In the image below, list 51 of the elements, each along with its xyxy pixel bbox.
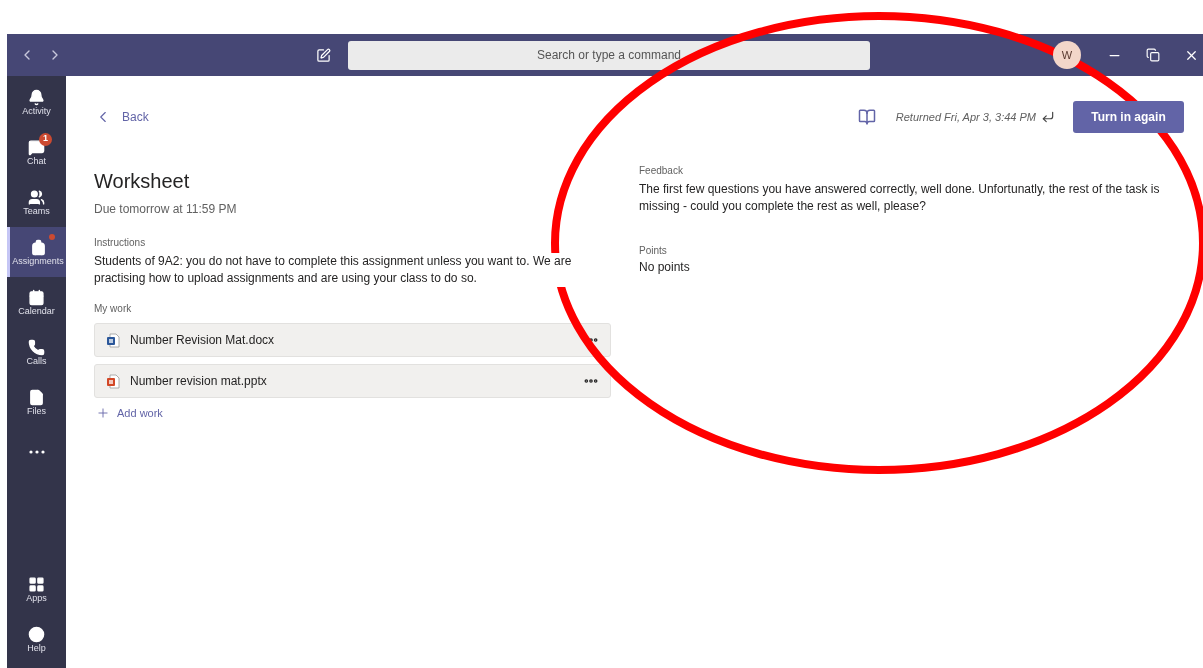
- calendar-icon: [28, 288, 45, 306]
- feedback-text: The first few questions you have answered correctly, well done. Unfortunatly, the rest of the task is missing - could you complete the rest as well, please?: [639, 181, 1161, 215]
- rail-label: Assignments: [12, 256, 64, 266]
- rail-item[interactable]: Teams: [7, 177, 66, 227]
- rail-item[interactable]: Assignments: [7, 227, 66, 277]
- section-label: Points: [639, 244, 668, 258]
- rail-item[interactable]: Apps: [7, 564, 66, 614]
- attachment-row[interactable]: Number revision mat.pptx: [94, 364, 611, 398]
- turn-in-again-button[interactable]: Turn in again: [1073, 101, 1184, 133]
- rail-label: Activity: [22, 106, 51, 116]
- apps-icon: [28, 575, 45, 593]
- rail-label: Chat: [27, 156, 46, 166]
- rail-item[interactable]: Calls: [7, 327, 66, 377]
- attachment-row[interactable]: Number Revision Mat.docx: [94, 323, 611, 357]
- returned-status: Returned Fri, Apr 3, 3:44 PM: [895, 109, 1036, 125]
- phone-icon: [28, 338, 45, 356]
- section-label: Instructions: [94, 236, 147, 250]
- immersive-reader-icon[interactable]: [857, 108, 876, 126]
- restore-icon[interactable]: [1146, 48, 1160, 62]
- bell-icon: [28, 88, 45, 106]
- document-icon: [106, 332, 120, 348]
- return-arrow-icon: [1041, 110, 1055, 124]
- assignment-title: Worksheet: [94, 169, 191, 194]
- document-icon: [106, 373, 120, 389]
- section-label: Feedback: [639, 164, 684, 178]
- rail-item[interactable]: Calendar: [7, 277, 66, 327]
- file-name: Number Revision Mat.docx: [130, 332, 276, 349]
- rail-label: Calls: [26, 356, 47, 366]
- compose-icon[interactable]: [316, 47, 331, 63]
- rail-label: Calendar: [18, 306, 55, 316]
- rail-label: Help: [27, 643, 46, 653]
- points-value: No points: [639, 259, 691, 276]
- add-work-link[interactable]: Add work: [96, 405, 611, 422]
- people-icon: [28, 188, 45, 206]
- rail-item[interactable]: Files: [7, 377, 66, 427]
- rail-label: Apps: [26, 593, 47, 603]
- rail-item[interactable]: 1 Chat: [7, 127, 66, 177]
- notification-badge: 1: [39, 132, 52, 146]
- search-field[interactable]: Search or type a command: [348, 40, 870, 70]
- file-name: Number revision mat.pptx: [130, 373, 268, 390]
- plus-icon: [96, 406, 110, 421]
- rail-item[interactable]: Help: [7, 614, 66, 664]
- section-label: My work: [94, 302, 133, 316]
- due-date: Due tomorrow at 11:59 PM: [94, 201, 238, 218]
- rail-label: Files: [27, 406, 46, 416]
- back-link[interactable]: Back: [94, 108, 149, 126]
- more-icon: [28, 450, 45, 454]
- rail-item[interactable]: Activity: [7, 77, 66, 127]
- rail-label: Teams: [23, 206, 50, 216]
- avatar[interactable]: W: [1053, 41, 1081, 69]
- file-icon: [28, 388, 45, 406]
